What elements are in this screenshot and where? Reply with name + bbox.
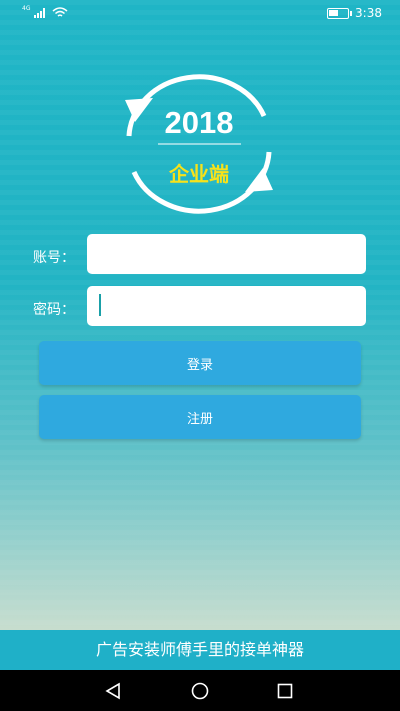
status-left: 4G	[22, 5, 68, 18]
text-cursor	[99, 294, 101, 316]
back-triangle-icon[interactable]	[104, 682, 122, 700]
status-bar: 4G 3:38	[0, 0, 400, 28]
wifi-icon	[52, 7, 68, 17]
refresh-cycle-icon	[125, 74, 273, 214]
password-input[interactable]	[87, 286, 366, 326]
login-button[interactable]: 登录	[39, 341, 361, 385]
tagline-bar: 广告安装师傅手里的接单神器	[0, 630, 400, 670]
navigation-bar	[0, 670, 400, 711]
network-type: 4G	[22, 5, 31, 12]
account-input[interactable]	[87, 234, 366, 274]
logo-year: 2018	[164, 105, 234, 140]
signal-icon	[34, 7, 46, 18]
logo-subtitle: 企业端	[169, 162, 229, 186]
register-button[interactable]: 注册	[39, 395, 361, 439]
password-label: 密码：	[33, 302, 75, 318]
account-label: 账号：	[33, 250, 75, 266]
battery-icon	[327, 7, 353, 19]
status-time: 3:38	[355, 6, 382, 20]
status-right: 3:38	[327, 6, 382, 20]
home-circle-icon[interactable]	[191, 682, 209, 700]
recents-square-icon[interactable]	[276, 682, 294, 700]
